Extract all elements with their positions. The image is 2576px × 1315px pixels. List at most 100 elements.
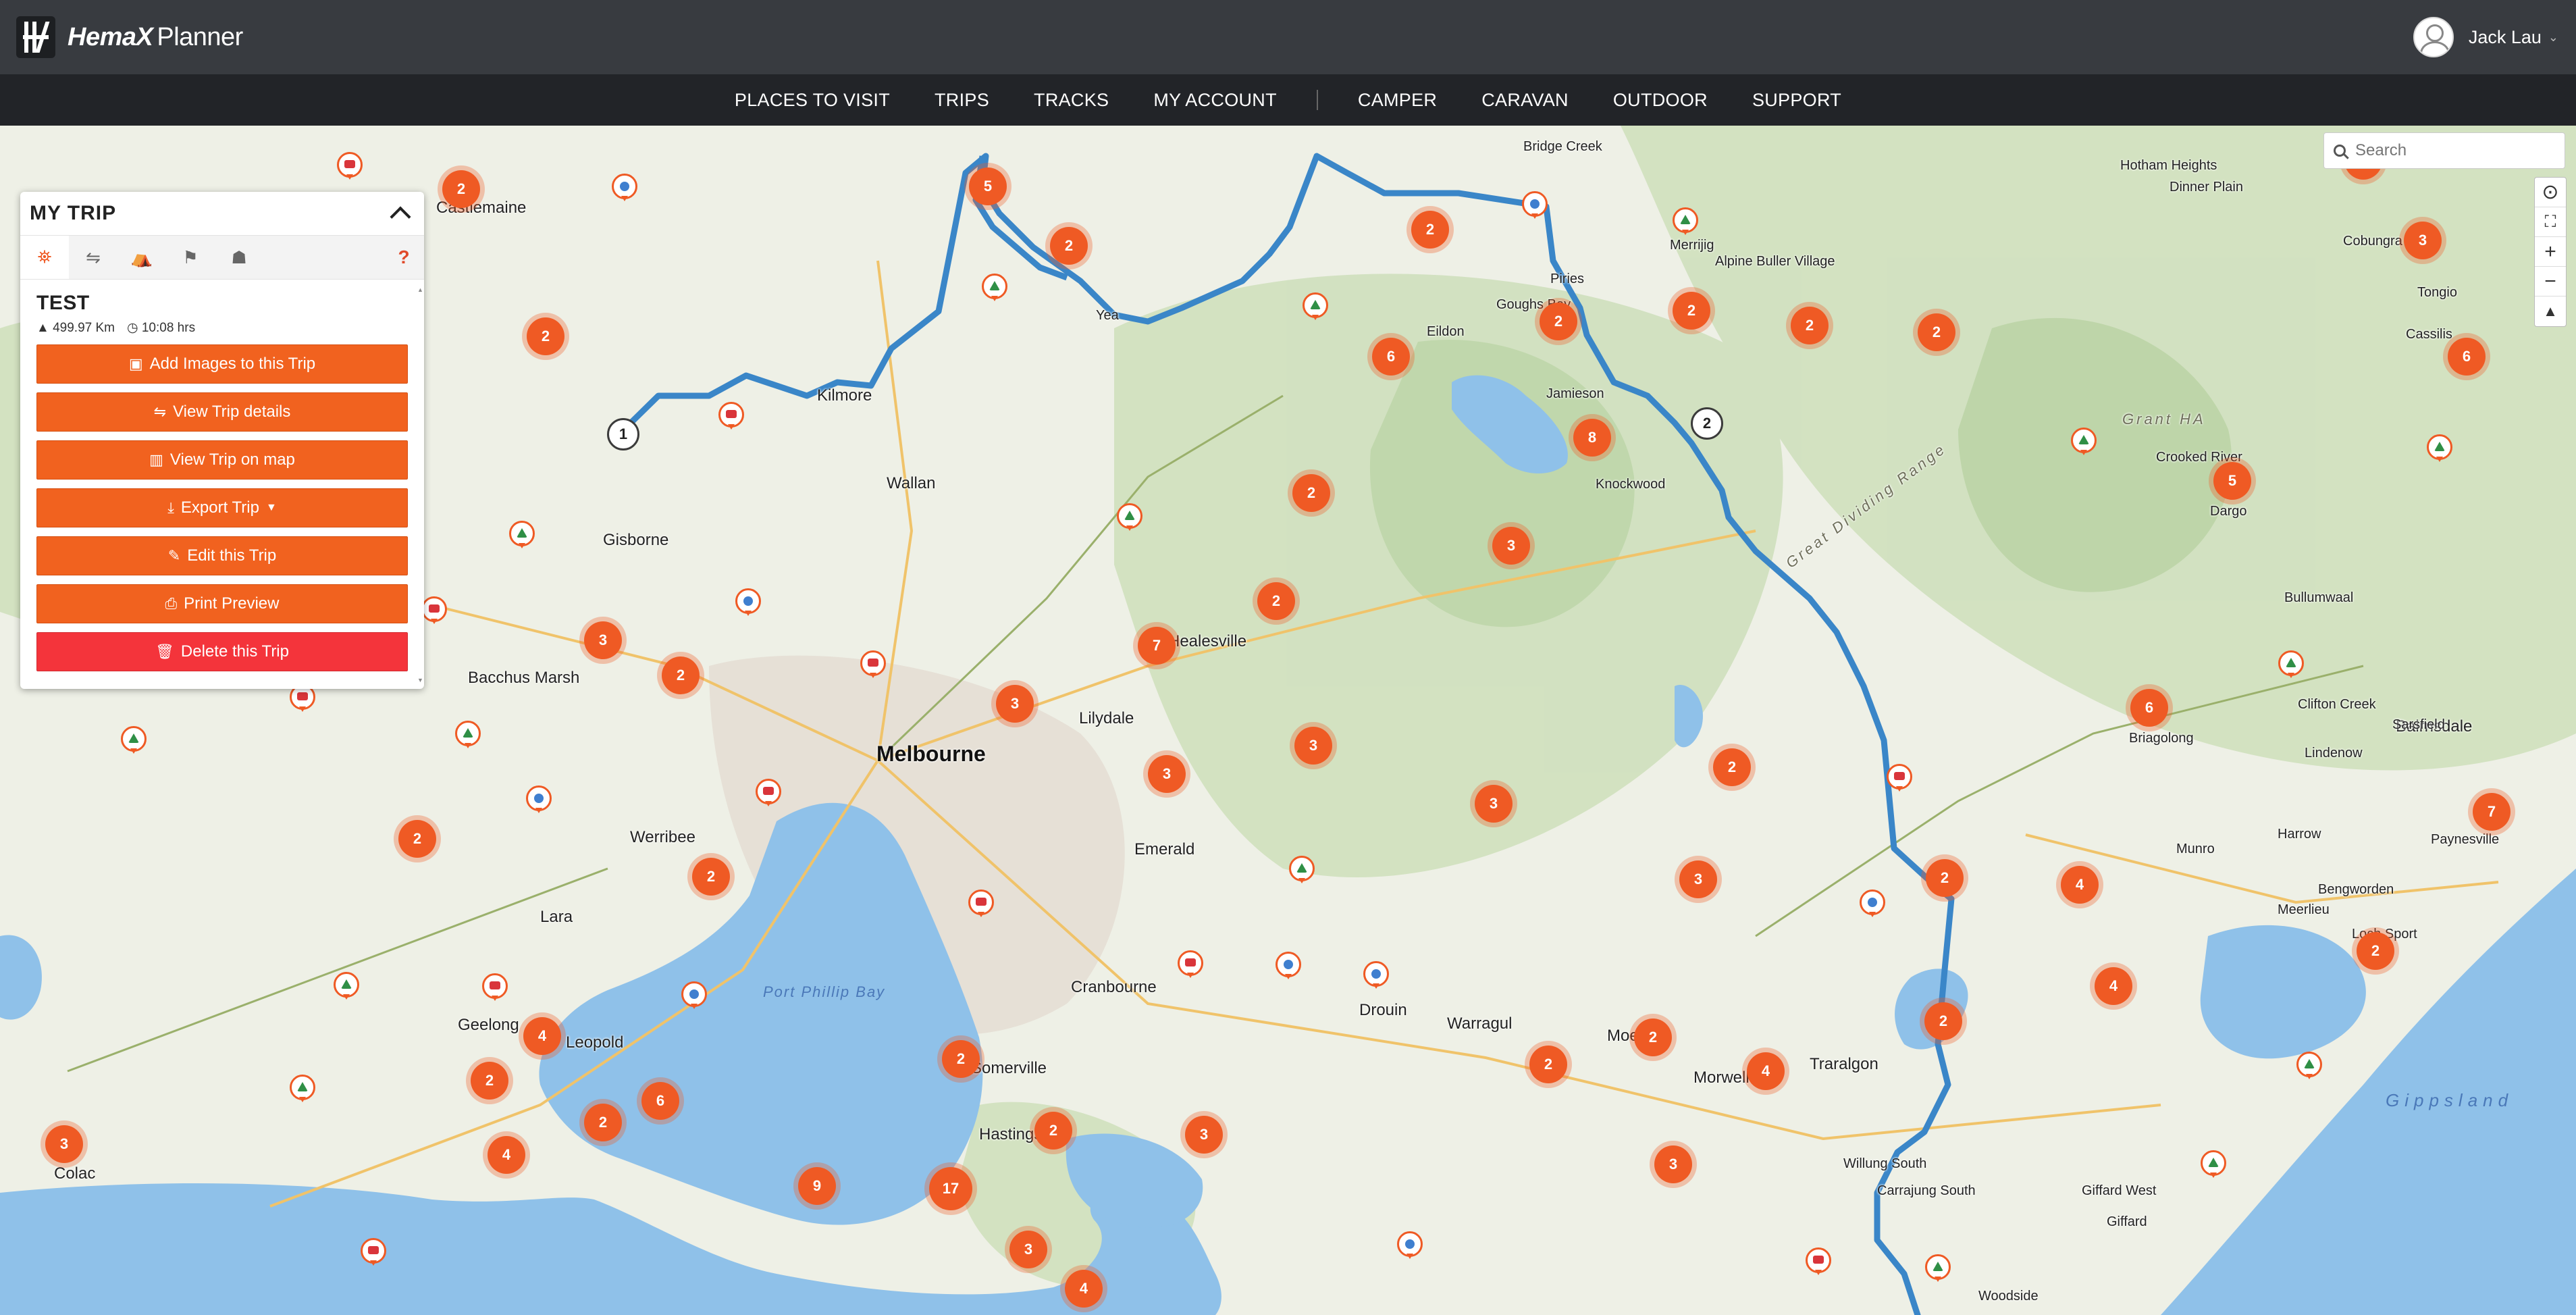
nav-support[interactable]: SUPPORT [1752, 90, 1841, 111]
poi-cluster[interactable]: 2 [1926, 859, 1964, 897]
campsite-icon[interactable] [1673, 207, 1698, 235]
user-menu[interactable]: Jack Lau ⌄ [2413, 14, 2558, 61]
viewpoint-icon[interactable] [1276, 952, 1301, 979]
compass-north-icon[interactable]: ▲ [2535, 296, 2566, 326]
poi-cluster[interactable]: 4 [1747, 1052, 1785, 1090]
poi-cluster[interactable]: 8 [1573, 419, 1611, 457]
tab-route-icon[interactable]: ⛯ [20, 236, 69, 279]
poi-cluster[interactable]: 3 [2404, 222, 2442, 259]
poi-cluster[interactable]: 2 [1791, 307, 1829, 344]
edit-trip-button[interactable]: ✎ Edit this Trip [36, 536, 408, 575]
poi-cluster[interactable]: 4 [2061, 866, 2099, 904]
campsite-icon[interactable] [2278, 650, 2304, 678]
poi-cluster[interactable]: 2 [442, 170, 480, 208]
poi-cluster[interactable]: 9 [798, 1167, 836, 1205]
poi-cluster[interactable]: 2 [527, 317, 564, 355]
hemax-logo[interactable]: HemaX Planner [16, 16, 243, 58]
user-name[interactable]: Jack Lau [2469, 27, 2542, 48]
avatar[interactable] [2413, 17, 2454, 57]
viewpoint-icon[interactable] [735, 588, 761, 616]
campsite-icon[interactable] [290, 1075, 315, 1102]
poi-cluster[interactable]: 4 [488, 1136, 525, 1174]
poi-cluster[interactable]: 3 [1148, 755, 1186, 793]
poi-cluster[interactable]: 4 [2095, 967, 2132, 1005]
campsite-icon[interactable] [1289, 856, 1315, 883]
campsite-icon[interactable] [2071, 428, 2097, 455]
poi-cluster[interactable]: 6 [1372, 338, 1410, 376]
collapse-chevron-icon[interactable] [390, 206, 411, 228]
view-trip-details-button[interactable]: ⇋ View Trip details [36, 392, 408, 432]
help-icon[interactable]: ? [390, 236, 417, 279]
poi-cluster[interactable]: 2 [1924, 1002, 1962, 1040]
poi-cluster[interactable]: 2 [1918, 313, 1955, 351]
poi-cluster[interactable]: 2 [2357, 932, 2394, 970]
poi-cluster[interactable]: 2 [692, 858, 730, 896]
poi-cluster[interactable]: 3 [1475, 785, 1513, 823]
campsite-icon[interactable] [2296, 1052, 2322, 1079]
caravan-park-icon[interactable] [718, 402, 744, 430]
poi-cluster[interactable]: 2 [398, 820, 436, 858]
viewpoint-icon[interactable] [612, 174, 637, 201]
panel-scrollbar[interactable] [417, 286, 423, 684]
view-trip-on-map-button[interactable]: ▥ View Trip on map [36, 440, 408, 480]
poi-cluster[interactable]: 2 [1540, 303, 1577, 340]
poi-cluster[interactable]: 2 [1257, 582, 1295, 620]
viewpoint-icon[interactable] [1397, 1231, 1423, 1259]
route-waypoint-end[interactable]: 2 [1691, 407, 1723, 440]
poi-cluster[interactable]: 2 [1292, 474, 1330, 512]
nav-places-to-visit[interactable]: PLACES TO VISIT [735, 90, 890, 111]
poi-cluster[interactable]: 6 [2130, 689, 2168, 727]
tab-hiker-icon[interactable]: ☗ [215, 236, 263, 279]
campsite-icon[interactable] [1303, 292, 1328, 320]
locate-me-icon[interactable]: ⊙ [2535, 178, 2566, 207]
map-search-box[interactable] [2323, 132, 2565, 169]
tab-camping-icon[interactable]: ⛺ [117, 236, 166, 279]
search-input[interactable] [2354, 140, 2559, 161]
poi-cluster[interactable]: 4 [1065, 1270, 1103, 1308]
caravan-park-icon[interactable] [361, 1238, 386, 1266]
caravan-park-icon[interactable] [1806, 1247, 1831, 1275]
poi-cluster[interactable]: 3 [1185, 1116, 1223, 1154]
poi-cluster[interactable]: 2 [584, 1104, 622, 1141]
poi-cluster[interactable]: 3 [996, 685, 1034, 723]
nav-camper[interactable]: CAMPER [1358, 90, 1437, 111]
caravan-park-icon[interactable] [756, 779, 781, 806]
viewpoint-icon[interactable] [526, 785, 552, 813]
caravan-park-icon[interactable] [421, 596, 447, 624]
route-waypoint-start[interactable]: 1 [607, 418, 639, 450]
poi-cluster[interactable]: 3 [1492, 527, 1530, 565]
caravan-park-icon[interactable] [968, 889, 994, 917]
campsite-icon[interactable] [1117, 503, 1142, 531]
print-preview-button[interactable]: ⎙ Print Preview [36, 584, 408, 623]
poi-cluster[interactable]: 3 [584, 621, 622, 659]
delete-trip-button[interactable]: 🗑 Delete this Trip [36, 632, 408, 671]
zoom-out-button[interactable]: − [2535, 267, 2566, 296]
poi-cluster[interactable]: 5 [969, 167, 1007, 205]
poi-cluster[interactable]: 3 [1009, 1231, 1047, 1268]
nav-trips[interactable]: TRIPS [935, 90, 989, 111]
campsite-icon[interactable] [509, 521, 535, 548]
poi-cluster[interactable]: 5 [2213, 462, 2251, 500]
viewpoint-icon[interactable] [1860, 889, 1885, 917]
caravan-park-icon[interactable] [860, 650, 886, 678]
poi-cluster[interactable]: 2 [1529, 1046, 1567, 1083]
poi-cluster[interactable]: 2 [1050, 227, 1088, 265]
export-trip-button[interactable]: ⤓ Export Trip ▼ [36, 488, 408, 527]
poi-cluster[interactable]: 3 [45, 1125, 83, 1163]
campsite-icon[interactable] [455, 721, 481, 748]
campsite-icon[interactable] [982, 274, 1007, 301]
poi-cluster[interactable]: 7 [1138, 627, 1176, 665]
poi-cluster[interactable]: 3 [1679, 860, 1717, 898]
caravan-park-icon[interactable] [1887, 764, 1912, 792]
add-images-button[interactable]: ▣ Add Images to this Trip [36, 344, 408, 384]
caravan-park-icon[interactable] [337, 152, 363, 180]
campsite-icon[interactable] [2201, 1150, 2226, 1178]
caravan-park-icon[interactable] [482, 973, 508, 1001]
poi-cluster[interactable]: 4 [523, 1017, 561, 1055]
poi-cluster[interactable]: 7 [2473, 793, 2511, 831]
poi-cluster[interactable]: 6 [641, 1082, 679, 1120]
campsite-icon[interactable] [2427, 434, 2452, 462]
campsite-icon[interactable] [1925, 1254, 1951, 1282]
nav-my-account[interactable]: MY ACCOUNT [1153, 90, 1277, 111]
poi-cluster[interactable]: 2 [1713, 748, 1751, 786]
